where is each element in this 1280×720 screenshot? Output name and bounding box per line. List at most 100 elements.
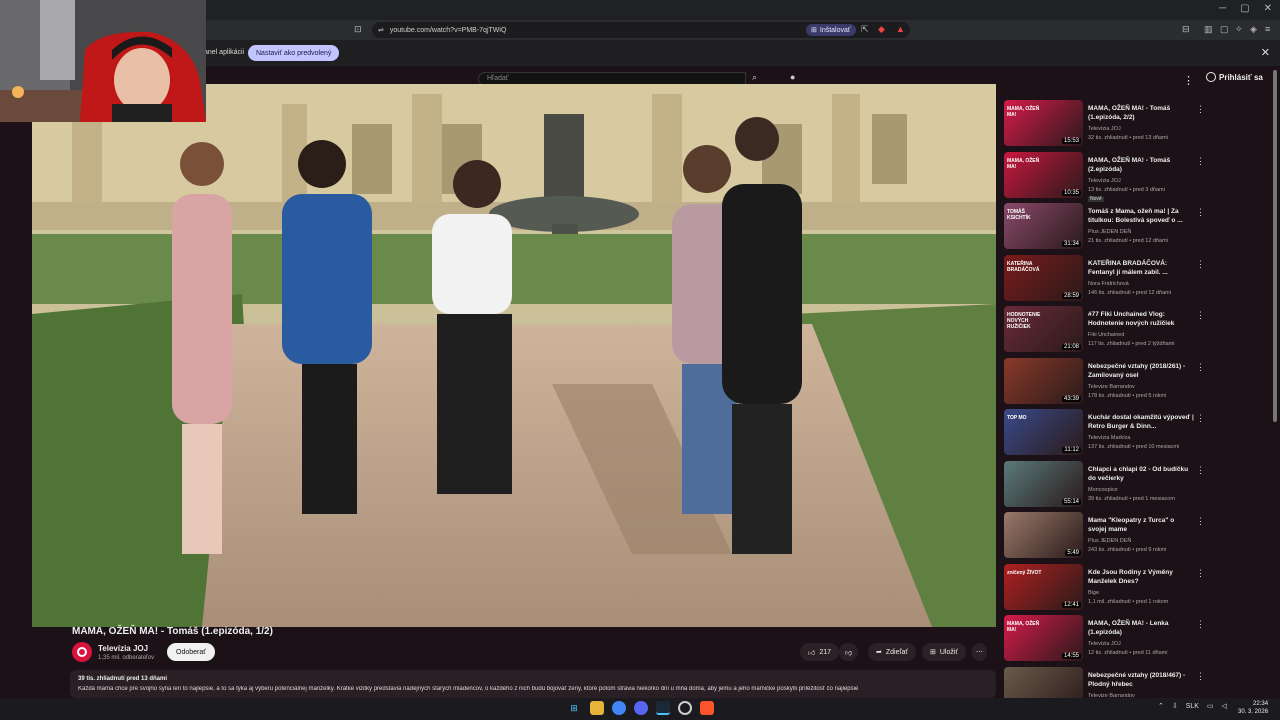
save-button[interactable]: ⊞ Uložiť [922, 643, 967, 661]
recommendation-thumbnail[interactable]: 5:49 [1004, 512, 1083, 558]
more-actions-button[interactable]: ⋯ [972, 643, 987, 661]
windows-start-icon[interactable]: ⊞ [567, 701, 581, 715]
close-window-icon[interactable]: ✕ [1264, 3, 1272, 14]
more-vertical-icon[interactable]: ⋮ [1196, 413, 1205, 424]
recommendation-title[interactable]: MAMA, OŽEŇ MA! - Tomáš (2.epizóda) [1088, 156, 1194, 174]
recommendation-channel[interactable]: Televízia JOJ [1088, 178, 1121, 184]
file-explorer-icon[interactable] [590, 701, 604, 715]
recommendation-thumbnail[interactable]: TOP MO 11:12 [1004, 409, 1083, 455]
tray-chevron-icon[interactable]: ⌃ [1158, 702, 1164, 710]
recommendation-item[interactable]: 43:39 Nebezpečné vztahy (2018/261) - Zami… [1000, 357, 1210, 408]
recommendation-title[interactable]: Kde Jsou Rodiny z Výměny Manželek Dnes? [1088, 568, 1194, 586]
recommendation-channel[interactable]: Televize Barrandov [1088, 384, 1135, 390]
recommendation-thumbnail[interactable]: 43:39 [1004, 357, 1083, 404]
chrome-icon[interactable] [612, 701, 626, 715]
menu-icon[interactable]: ≡ [1265, 24, 1270, 34]
wallet-icon[interactable]: ▢ [1220, 24, 1229, 35]
recommendation-channel[interactable]: Nora Fridrichová [1088, 281, 1129, 287]
recommendation-item[interactable]: MAMA, OŽEŇ MA! 15:53 MAMA, OŽEŇ MA! - Tomá… [1000, 100, 1210, 150]
more-vertical-icon[interactable]: ⋮ [1196, 516, 1205, 527]
recommendation-title[interactable]: MAMA, OŽEŇ MA! - Lenka (1.epizóda) [1088, 619, 1194, 637]
recommendation-thumbnail[interactable]: 55:14 [1004, 460, 1083, 507]
recommendation-item[interactable]: TOP MO 11:12 Kuchár dostal okamžitú výpove… [1000, 409, 1210, 459]
recommendation-channel[interactable]: Televízia JOJ [1088, 641, 1121, 647]
sidebar-icon[interactable]: ▥ [1204, 24, 1213, 35]
steam-icon[interactable] [656, 701, 670, 715]
recommendation-thumbnail[interactable]: MAMA, OŽEŇ MA! 14:55 [1004, 615, 1083, 661]
description-box[interactable] [70, 670, 996, 698]
signin-button[interactable]: Prihlásiť sa [1206, 72, 1263, 82]
subscribe-button[interactable]: Odoberať [167, 643, 215, 661]
recommendation-channel[interactable]: Plus JEDEN DEŇ [1088, 229, 1131, 235]
recommendation-title[interactable]: Chlapci a chlapi 02 - Od budíčku do veči… [1088, 465, 1194, 483]
like-button[interactable]: 👍︎ 217 [800, 643, 840, 661]
more-vertical-icon[interactable]: ⋮ [1196, 568, 1205, 579]
recommendation-channel[interactable]: Fiki Unchained [1088, 332, 1124, 338]
download-icon[interactable]: ⊟ [1182, 24, 1190, 35]
recommendation-item[interactable]: KATEŘINA BRADÁČOVÁ 28:59 KATEŘINA BRADÁČOV… [1000, 254, 1210, 305]
obs-icon[interactable] [678, 701, 692, 715]
display-icon[interactable]: ▭ [1207, 702, 1214, 710]
extensions-icon[interactable]: ✧ [1235, 24, 1243, 35]
brave-shield-icon[interactable]: ◆ [878, 24, 885, 35]
more-options-icon[interactable]: ⋮ [1183, 74, 1194, 87]
recommendation-title[interactable]: Tomáš z Mama, ožeň ma! | Za titulkou: Bo… [1088, 207, 1194, 225]
more-vertical-icon[interactable]: ⋮ [1196, 362, 1205, 373]
microphone-icon[interactable]: ● [790, 72, 795, 82]
video-player[interactable] [32, 84, 996, 627]
recommendation-thumbnail[interactable]: TOMÁŠ KSICHTÍK 31:34 [1004, 203, 1083, 249]
recommendation-item[interactable]: TOMÁŠ KSICHTÍK 31:34 Tomáš z Mama, ožeň ma… [1000, 203, 1210, 253]
recommendation-title[interactable]: MAMA, OŽEŇ MA! - Tomáš (1.epizóda, 2/2) [1088, 104, 1194, 122]
recommendation-channel[interactable]: Televízia Markíza [1088, 435, 1131, 441]
set-default-button[interactable]: Nastaviť ako predvolený [248, 45, 340, 61]
more-vertical-icon[interactable]: ⋮ [1196, 671, 1205, 682]
dislike-button[interactable]: 👎︎ [839, 643, 859, 661]
more-vertical-icon[interactable]: ⋮ [1196, 619, 1205, 630]
recommendation-item[interactable]: HODNOTENIE NOVÝCH RUŽIČIEK 21:08 #77 Fiki … [1000, 306, 1210, 356]
volume-icon[interactable]: ◁ [1222, 702, 1227, 710]
brave-icon[interactable] [700, 701, 714, 715]
recommendation-title[interactable]: KATEŘINA BRADÁČOVÁ: Fentanyl jí málem za… [1088, 259, 1194, 277]
channel-name[interactable]: Televízia JOJ [98, 644, 148, 653]
recommendation-thumbnail[interactable]: zničený ŽIVOT 12:41 [1004, 563, 1083, 610]
share-icon[interactable]: ⇱ [861, 24, 869, 35]
recommendation-thumbnail[interactable]: MAMA, OŽEŇ MA! 10:35 [1004, 151, 1083, 198]
site-settings-icon[interactable]: ⇌ [378, 26, 384, 34]
share-button[interactable]: ➦ Zdieľať [868, 643, 917, 661]
scrollbar[interactable] [1273, 70, 1277, 422]
more-vertical-icon[interactable]: ⋮ [1196, 207, 1205, 218]
recommendation-channel[interactable]: Bige [1088, 590, 1099, 596]
more-vertical-icon[interactable]: ⋮ [1196, 259, 1205, 270]
channel-avatar[interactable] [72, 642, 92, 662]
network-icon[interactable]: ⇩ [1172, 702, 1178, 710]
more-vertical-icon[interactable]: ⋮ [1196, 104, 1205, 115]
bookmark-icon[interactable]: ⊡ [354, 24, 362, 35]
vpn-icon[interactable]: ◈ [1250, 24, 1257, 35]
recommendation-title[interactable]: Nebezpečné vztahy (2018/467) - Plodný hř… [1088, 671, 1194, 689]
more-vertical-icon[interactable]: ⋮ [1196, 310, 1205, 321]
rewards-icon[interactable]: ▲ [896, 24, 905, 34]
language-indicator[interactable]: SLK [1186, 703, 1199, 710]
more-vertical-icon[interactable]: ⋮ [1196, 465, 1205, 476]
recommendation-item[interactable]: 5:49 Mama "Kleopatry z Turca" o svojej ma… [1000, 512, 1210, 562]
recommendation-thumbnail[interactable]: MAMA, OŽEŇ MA! 15:53 [1004, 100, 1083, 146]
recommendation-thumbnail[interactable]: KATEŘINA BRADÁČOVÁ 28:59 [1004, 254, 1083, 301]
recommendation-title[interactable]: #77 Fiki Unchained Vlog: Hodnotenie nový… [1088, 310, 1194, 328]
install-app-button[interactable]: ⊞ Inštalovať [806, 24, 856, 36]
recommendation-channel[interactable]: Televízia JOJ [1088, 126, 1121, 132]
recommendation-item[interactable]: zničený ŽIVOT 12:41 Kde Jsou Rodiny z Výmě… [1000, 563, 1210, 614]
recommendation-channel[interactable]: Moncoopice [1088, 487, 1118, 493]
search-icon[interactable]: ⌕ [752, 72, 757, 83]
recommendation-title[interactable]: Mama "Kleopatry z Turca" o svojej mame [1088, 516, 1194, 534]
recommendation-item[interactable]: MAMA, OŽEŇ MA! 10:35 MAMA, OŽEŇ MA! - Tomá… [1000, 151, 1210, 202]
discord-icon[interactable] [634, 701, 648, 715]
recommendation-channel[interactable]: Plus JEDEN DEŇ [1088, 538, 1131, 544]
recommendation-title[interactable]: Kuchár dostal okamžitú výpoveď | Retro B… [1088, 413, 1194, 431]
clock[interactable]: 22:34 30. 3. 2026 [1238, 700, 1268, 716]
recommendation-title[interactable]: Nebezpečné vztahy (2018/261) - Zamilovan… [1088, 362, 1194, 380]
more-vertical-icon[interactable]: ⋮ [1196, 156, 1205, 167]
recommendation-item[interactable]: MAMA, OŽEŇ MA! 14:55 MAMA, OŽEŇ MA! - Lenk… [1000, 615, 1210, 665]
recommendation-thumbnail[interactable]: HODNOTENIE NOVÝCH RUŽIČIEK 21:08 [1004, 306, 1083, 352]
recommendation-item[interactable]: 55:14 Chlapci a chlapi 02 - Od budíčku do… [1000, 460, 1210, 511]
infobar-close-icon[interactable]: ✕ [1261, 46, 1270, 59]
